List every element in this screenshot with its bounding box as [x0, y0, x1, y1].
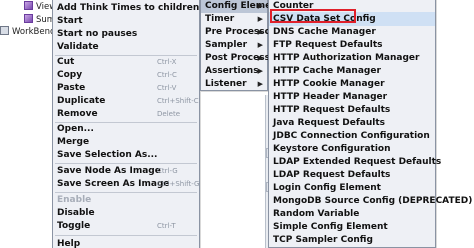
shortcut-label: Ctrl-G	[157, 167, 178, 175]
config-item-random-variable[interactable]: Random Variable	[269, 207, 435, 221]
config-item-http-cache-manager[interactable]: HTTP Cache Manager	[269, 64, 435, 78]
submenu-arrow-icon: ▶	[257, 67, 263, 75]
config-item-keystore-configuration[interactable]: Keystore Configuration	[269, 142, 435, 156]
menu-item-start[interactable]: Start	[53, 14, 199, 28]
menu-item-save-selection-as[interactable]: Save Selection As...	[53, 148, 199, 162]
submenu-arrow-icon: ▶	[257, 41, 263, 49]
shortcut-label: Ctrl-V	[157, 84, 177, 92]
menu-item-copy[interactable]: Copy Ctrl-C	[53, 68, 199, 82]
shortcut-label: Ctrl-C	[157, 71, 177, 79]
menu-item-paste[interactable]: Paste Ctrl-V	[53, 81, 199, 95]
config-item-mongodb-source-config[interactable]: MongoDB Source Config (DEPRECATED)	[269, 194, 472, 208]
config-item-tcp-sampler-config[interactable]: TCP Sampler Config	[269, 233, 435, 247]
menu-item-start-no-pauses[interactable]: Start no pauses	[53, 27, 199, 41]
menu-item-remove[interactable]: Remove Delete	[53, 107, 199, 121]
submenu-item-assertions[interactable]: Assertions ▶	[201, 64, 267, 78]
shortcut-label: Ctrl+Shift-G	[157, 180, 200, 188]
config-item-ldap-request-defaults[interactable]: LDAP Request Defaults	[269, 168, 435, 182]
config-item-simple-config-element[interactable]: Simple Config Element	[269, 220, 435, 234]
view-results-icon	[24, 1, 33, 10]
config-item-jdbc-connection-configuration[interactable]: JDBC Connection Configuration	[269, 129, 435, 143]
menu-item-validate[interactable]: Validate	[53, 40, 199, 54]
submenu-item-timer[interactable]: Timer ▶	[201, 12, 267, 26]
summary-report-icon	[24, 14, 33, 23]
submenu-arrow-icon: ▶	[257, 54, 263, 62]
submenu-item-pre-processors[interactable]: Pre Processors ▶	[201, 25, 281, 39]
submenu-arrow-icon: ▶	[257, 15, 263, 23]
config-item-http-request-defaults[interactable]: HTTP Request Defaults	[269, 103, 435, 117]
config-item-ftp-request-defaults[interactable]: FTP Request Defaults	[269, 38, 435, 52]
submenu-arrow-icon: ▶	[257, 28, 263, 36]
context-menu: Add Think Times to children Start Start …	[52, 0, 200, 248]
tree-item-summary[interactable]: Sum	[24, 14, 55, 26]
config-element-submenu: Counter CSV Data Set Config DNS Cache Ma…	[268, 0, 472, 248]
config-item-java-request-defaults[interactable]: Java Request Defaults	[269, 116, 435, 130]
menu-item-save-node-as-image[interactable]: Save Node As Image Ctrl-G	[53, 164, 199, 178]
menu-item-duplicate[interactable]: Duplicate Ctrl+Shift-C	[53, 94, 199, 108]
config-item-login-config-element[interactable]: Login Config Element	[269, 181, 435, 195]
add-submenu: Config Element ▶ Timer ▶ Pre Processors ▶ S…	[200, 0, 286, 91]
workbench-icon	[0, 26, 9, 35]
menu-separator	[55, 235, 197, 236]
config-item-ldap-extended-request-defaults[interactable]: LDAP Extended Request Defaults	[269, 155, 441, 169]
menu-item-toggle[interactable]: Toggle Ctrl-T	[53, 219, 199, 233]
shortcut-label: Ctrl+Shift-C	[157, 97, 199, 105]
shortcut-label: Ctrl-X	[157, 58, 177, 66]
menu-item-save-screen-as-image[interactable]: Save Screen As Image Ctrl+Shift-G	[53, 177, 199, 191]
config-item-http-authorization-manager[interactable]: HTTP Authorization Manager	[269, 51, 435, 65]
shortcut-label: Delete	[157, 110, 180, 118]
submenu-item-listener[interactable]: Listener ▶	[201, 77, 267, 91]
submenu-arrow-icon: ▶	[257, 80, 263, 88]
menu-item-add-think-times[interactable]: Add Think Times to children	[53, 1, 199, 15]
config-item-http-cookie-manager[interactable]: HTTP Cookie Manager	[269, 77, 435, 91]
menu-item-merge[interactable]: Merge	[53, 135, 199, 149]
shortcut-label: Ctrl-T	[157, 222, 176, 230]
config-item-csv-data-set-config[interactable]: CSV Data Set Config	[269, 12, 435, 26]
menu-item-open[interactable]: Open...	[53, 122, 199, 136]
menu-item-help[interactable]: Help	[53, 237, 199, 248]
menu-item-disable[interactable]: Disable	[53, 206, 199, 220]
submenu-item-post-processors[interactable]: Post Processors ▶	[201, 51, 286, 65]
config-item-http-header-manager[interactable]: HTTP Header Manager	[269, 90, 435, 104]
menu-item-enable: Enable	[57, 195, 92, 205]
config-item-dns-cache-manager[interactable]: DNS Cache Manager	[269, 25, 435, 39]
submenu-item-sampler[interactable]: Sampler ▶	[201, 38, 267, 52]
menu-item-cut[interactable]: Cut Ctrl-X	[53, 55, 199, 69]
